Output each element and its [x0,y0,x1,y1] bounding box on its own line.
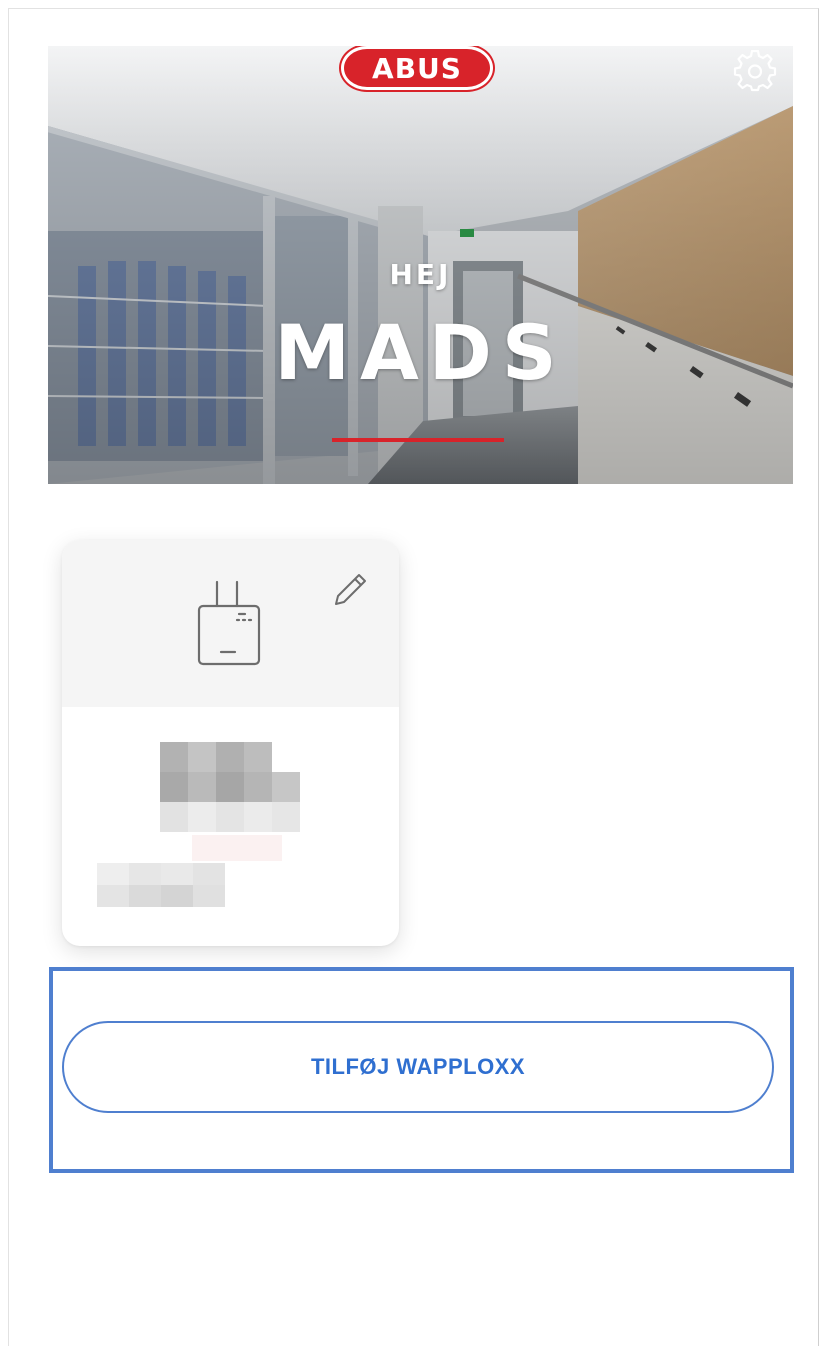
device-card[interactable] [62,540,399,946]
user-name: MADS [274,308,567,397]
greeting-text: HEJ [389,258,452,291]
add-wapploxx-button[interactable]: TILFØJ WAPPLOXX [62,1021,774,1113]
router-device-icon [197,580,261,666]
device-subtitle-redacted [97,863,257,907]
redaction-tint [192,835,282,861]
device-name-redacted [160,742,300,834]
brand-logo: ABUS [341,46,493,90]
pencil-icon[interactable] [328,568,372,612]
gear-icon[interactable] [733,49,777,94]
title-underline [332,438,504,442]
hero-banner: ABUS HEJ MADS [48,46,793,484]
